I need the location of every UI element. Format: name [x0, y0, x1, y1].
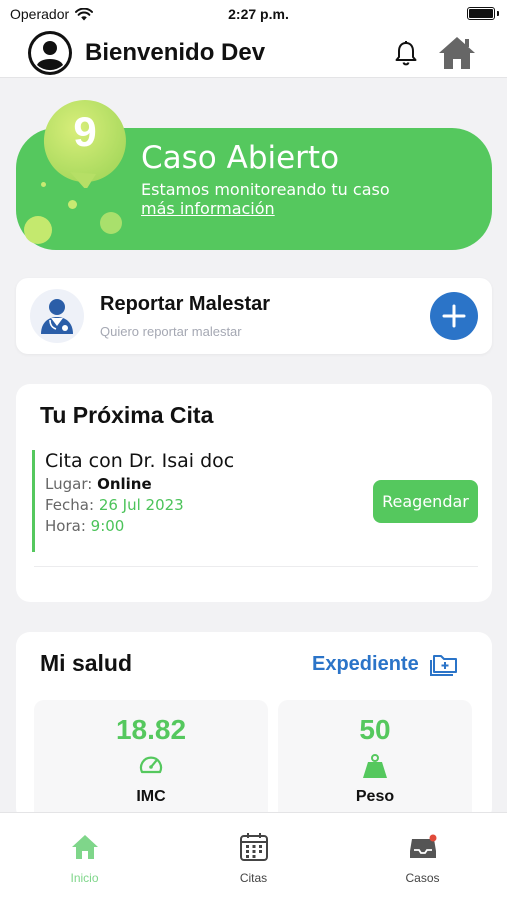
date-label: Fecha:	[45, 496, 95, 514]
inbox-icon	[408, 831, 438, 863]
health-title: Mi salud	[40, 650, 133, 676]
appointment-heading: Tu Próxima Cita	[40, 402, 214, 428]
decor-dot	[100, 212, 122, 234]
metric-value: 50	[359, 714, 391, 745]
doctor-avatar	[30, 289, 84, 343]
home-button[interactable]	[435, 33, 479, 73]
carrier-label: Operador	[10, 6, 70, 22]
tab-citas[interactable]: Citas	[169, 813, 338, 900]
report-illness-card[interactable]: Reportar Malestar Quiero reportar malest…	[16, 278, 492, 354]
battery-tip	[497, 11, 499, 16]
wifi-icon	[75, 7, 94, 20]
record-link[interactable]: Expediente	[312, 652, 459, 676]
weight-icon	[278, 752, 472, 780]
place-value: Online	[97, 475, 152, 493]
tab-casos[interactable]: Casos	[338, 813, 507, 900]
metric-value: 18.82	[115, 714, 187, 745]
place-label: Lugar:	[45, 475, 93, 493]
reschedule-button[interactable]: Reagendar	[373, 480, 478, 523]
metric-label: IMC	[136, 788, 166, 805]
appointment-date: Fecha: 26 Jul 2023	[45, 496, 362, 514]
case-count: 9	[73, 108, 97, 155]
doctor-icon	[41, 299, 73, 334]
next-appointment-card: Tu Próxima Cita Cita con Dr. Isai doc Lu…	[16, 384, 492, 602]
page-title: Bienvenido Dev	[85, 38, 266, 66]
case-text: Caso Abierto Estamos monitoreando tu cas…	[141, 140, 390, 219]
case-title: Caso Abierto	[141, 140, 340, 176]
avatar[interactable]	[28, 30, 72, 75]
decor-dot	[68, 200, 77, 209]
appointment-details[interactable]: Cita con Dr. Isai doc Lugar: Online Fech…	[32, 450, 362, 552]
calendar-icon	[239, 831, 269, 863]
status-bar: Operador 2:27 p.m.	[0, 0, 507, 28]
notifications-button[interactable]	[391, 38, 421, 68]
time-value: 9:00	[90, 517, 125, 535]
home-icon	[439, 36, 475, 69]
divider	[34, 566, 478, 567]
date-value: 26 Jul 2023	[98, 496, 184, 514]
bottom-tab-bar: Inicio Citas Casos	[0, 812, 507, 900]
decor-dot	[24, 216, 52, 244]
report-title: Reportar Malestar	[100, 293, 271, 315]
time-label: Hora:	[45, 517, 86, 535]
home-icon	[71, 831, 99, 863]
appointment-doctor: Cita con Dr. Isai doc	[45, 450, 235, 472]
status-left: Operador	[10, 6, 170, 22]
my-health-card: Mi salud Expediente 18.82 IMC 50 Peso	[16, 632, 492, 822]
plus-icon	[442, 304, 466, 328]
clock: 2:27 p.m.	[228, 6, 289, 22]
report-subtitle: Quiero reportar malestar	[100, 324, 242, 339]
appointment-time: Hora: 9:00	[45, 517, 362, 535]
metric-label: Peso	[355, 788, 395, 805]
tab-label: Casos	[405, 871, 440, 885]
weight-metric[interactable]: 50 Peso	[278, 700, 472, 822]
record-link-label: Expediente	[312, 652, 419, 675]
tab-label: Inicio	[70, 871, 99, 885]
bell-icon	[395, 40, 417, 65]
app-header: Bienvenido Dev	[0, 28, 507, 78]
user-icon	[31, 33, 69, 72]
more-info-link[interactable]: más información	[141, 199, 275, 218]
bmi-metric[interactable]: 18.82 IMC	[34, 700, 268, 822]
tab-inicio[interactable]: Inicio	[0, 813, 169, 900]
report-text: Reportar Malestar Quiero reportar malest…	[100, 293, 430, 339]
folder-add-icon	[429, 655, 457, 676]
appointment-place: Lugar: Online	[45, 475, 362, 493]
case-subtitle: Estamos monitoreando tu caso	[141, 180, 390, 199]
battery-icon	[467, 7, 495, 20]
add-report-button[interactable]	[430, 292, 478, 340]
tab-label: Citas	[239, 871, 268, 885]
gauge-icon	[34, 752, 268, 780]
